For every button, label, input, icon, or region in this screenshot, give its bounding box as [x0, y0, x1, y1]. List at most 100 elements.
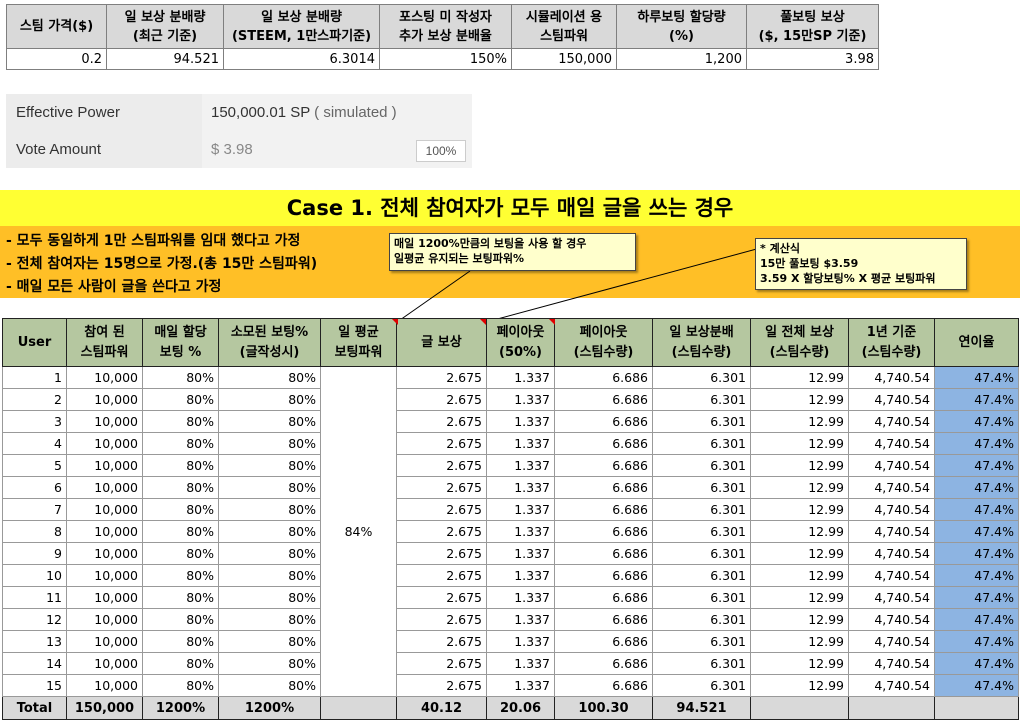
table-cell: 12.99 — [750, 608, 849, 631]
table-cell: 6.686 — [554, 652, 653, 675]
table-row: 3 10,000 80% 80% 2.675 1.337 6.686 6.301 12.99 4,… — [2, 410, 1019, 433]
effective-power-amount: 150,000.01 SP — [211, 104, 310, 121]
table-cell: 7 — [2, 498, 67, 521]
parameter-value-cell: 94.521 — [106, 48, 224, 70]
table-cell: 2.675 — [396, 542, 487, 565]
table-header-row: User 참여 된 스팀파워 매일 할당 보팅 % 소모된 보팅% (글작성시) 일 평균 보팅… — [2, 318, 1019, 367]
table-cell: 80% — [142, 410, 219, 433]
table-cell: 80% — [218, 476, 321, 499]
table-cell: 2.675 — [396, 454, 487, 477]
table-cell: 10,000 — [66, 542, 143, 565]
table-cell: 6.301 — [652, 608, 751, 631]
parameter-header-cell: 시뮬레이션 용 스팀파워 — [511, 4, 617, 49]
table-cell: 10,000 — [66, 630, 143, 653]
table-cell: 10,000 — [66, 388, 143, 411]
total-cell: 40.12 — [396, 696, 487, 720]
table-cell: 10,000 — [66, 454, 143, 477]
table-cell: 6.301 — [652, 366, 751, 389]
total-cell: 1200% — [142, 696, 219, 720]
table-cell: 6.686 — [554, 630, 653, 653]
table-cell: 6.686 — [554, 410, 653, 433]
table-cell: 10,000 — [66, 564, 143, 587]
table-cell: 80% — [142, 674, 219, 697]
case-title: Case 1. 전체 참여자가 모두 매일 글을 쓰는 경우 — [0, 190, 1020, 226]
table-cell: 10,000 — [66, 652, 143, 675]
total-cell — [848, 696, 935, 720]
comment-indicator — [549, 319, 555, 325]
table-cell: 12.99 — [750, 652, 849, 675]
table-cell: 15 — [2, 674, 67, 697]
table-cell: 1.337 — [486, 564, 555, 587]
column-header: 글 보상 — [396, 318, 487, 367]
table-cell: 1.337 — [486, 542, 555, 565]
effective-power-row: Effective Power 150,000.01 SP ( simulate… — [6, 94, 472, 131]
annual-rate-cell: 47.4% — [934, 586, 1019, 609]
table-cell: 2.675 — [396, 432, 487, 455]
comment-note-voting-power: 매일 1200%만큼의 보팅을 사용 할 경우 일평균 유지되는 보팅파워% — [389, 233, 636, 271]
table-cell: 10,000 — [66, 674, 143, 697]
column-header: 연이율 — [934, 318, 1019, 367]
table-cell: 6 — [2, 476, 67, 499]
table-cell: 80% — [218, 454, 321, 477]
table-cell: 12.99 — [750, 520, 849, 543]
table-cell: 2.675 — [396, 608, 487, 631]
table-cell: 1.337 — [486, 476, 555, 499]
table-cell: 8 — [2, 520, 67, 543]
table-cell: 1.337 — [486, 410, 555, 433]
table-cell: 80% — [142, 476, 219, 499]
note-line: * 계산식 — [760, 242, 800, 255]
table-cell: 13 — [2, 630, 67, 653]
table-cell: 6.686 — [554, 388, 653, 411]
table-cell: 12 — [2, 608, 67, 631]
table-cell: 6.301 — [652, 476, 751, 499]
comment-indicator — [392, 319, 398, 325]
table-cell: 12.99 — [750, 388, 849, 411]
table-cell: 80% — [142, 608, 219, 631]
table-cell: 6.301 — [652, 630, 751, 653]
table-cell: 1.337 — [486, 454, 555, 477]
table-cell: 12.99 — [750, 542, 849, 565]
parameter-header-cell: 포스팅 미 작성자 추가 보상 분배율 — [379, 4, 512, 49]
parameter-header-cell: 하루보팅 할당량 (%) — [616, 4, 747, 49]
table-cell: 4,740.54 — [848, 542, 935, 565]
table-cell: 4,740.54 — [848, 652, 935, 675]
table-cell: 5 — [2, 454, 67, 477]
table-cell: 10,000 — [66, 432, 143, 455]
table-row: 6 10,000 80% 80% 2.675 1.337 6.686 6.301 12.99 4,… — [2, 476, 1019, 499]
table-row: 5 10,000 80% 80% 2.675 1.337 6.686 6.301 12.99 4,… — [2, 454, 1019, 477]
column-header: 일 평균 보팅파워 — [320, 318, 397, 367]
note-line: 매일 1200%만큼의 보팅을 사용 할 경우 — [394, 237, 587, 250]
table-cell: 10,000 — [66, 586, 143, 609]
table-cell: 4,740.54 — [848, 410, 935, 433]
table-cell: 6.686 — [554, 586, 653, 609]
annual-rate-cell: 47.4% — [934, 652, 1019, 675]
parameter-value-cell: 1,200 — [616, 48, 747, 70]
table-cell: 1.337 — [486, 498, 555, 521]
table-cell: 4,740.54 — [848, 586, 935, 609]
total-cell — [750, 696, 849, 720]
table-cell: 80% — [142, 586, 219, 609]
table-cell: 12.99 — [750, 454, 849, 477]
table-cell: 10,000 — [66, 520, 143, 543]
parameter-value-row: 0.2 94.521 6.3014 150% 150,000 1,200 3.98 — [6, 48, 879, 70]
table-cell: 2.675 — [396, 586, 487, 609]
annual-rate-cell: 47.4% — [934, 498, 1019, 521]
table-cell: 6.686 — [554, 674, 653, 697]
table-row: 11 10,000 80% 80% 2.675 1.337 6.686 6.301 12.99 4… — [2, 586, 1019, 609]
table-cell: 6.301 — [652, 432, 751, 455]
vote-percent-field[interactable]: 100% — [416, 140, 466, 162]
table-cell: 80% — [218, 520, 321, 543]
table-cell: 80% — [142, 652, 219, 675]
total-cell: 94.521 — [652, 696, 751, 720]
column-header: 페이아웃 (스팀수량) — [554, 318, 653, 367]
table-cell: 2.675 — [396, 366, 487, 389]
table-row: 8 10,000 80% 80% 2.675 1.337 6.686 6.301 12.99 4,… — [2, 520, 1019, 543]
assumption-line: - 모두 동일하게 1만 스팀파워를 임대 했다고 가정 — [6, 233, 301, 249]
table-cell: 2.675 — [396, 652, 487, 675]
table-cell: 80% — [218, 564, 321, 587]
table-cell: 4,740.54 — [848, 520, 935, 543]
table-cell: 4,740.54 — [848, 454, 935, 477]
vote-amount-value: $ 3.98 — [211, 141, 253, 158]
table-row: 12 10,000 80% 80% 2.675 1.337 6.686 6.301 12.99 4… — [2, 608, 1019, 631]
parameter-header-cell: 일 보상 분배량 (STEEM, 1만스파기준) — [223, 4, 380, 49]
